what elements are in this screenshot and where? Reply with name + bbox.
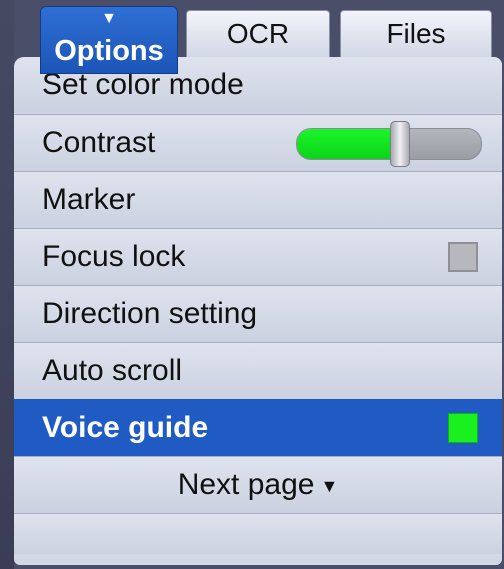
menu-item-marker[interactable]: Marker [14,171,502,228]
tab-options-label: Options [54,35,164,67]
triangle-down-icon: ▼ [320,476,339,497]
menu-item-label: Marker [42,183,136,216]
background [0,0,14,569]
menu-item-auto-scroll[interactable]: Auto scroll [14,342,502,399]
contrast-slider-thumb[interactable] [390,121,411,167]
tab-options[interactable]: ▼ Options [40,6,178,74]
menu-item-voice-guide[interactable]: Voice guide [14,399,502,456]
menu-item-label: Voice guide [42,411,209,444]
tab-ocr[interactable]: OCR [186,10,330,57]
menu-item-contrast[interactable]: Contrast [14,114,502,171]
menu-item-label: Contrast [42,126,156,159]
menu-footer-row [14,513,502,554]
voice-guide-indicator[interactable] [448,413,478,443]
tab-files[interactable]: Files [340,10,492,57]
caret-down-icon: ▼ [101,10,117,27]
next-page-button[interactable]: Next page ▼ [14,456,502,513]
focus-lock-checkbox[interactable] [448,242,478,272]
menu-item-label: Auto scroll [42,354,183,387]
menu-item-focus-lock[interactable]: Focus lock [14,228,502,285]
options-menu-panel: Set color mode Contrast Marker Focus loc… [14,57,502,565]
menu-item-label: Direction setting [42,297,258,330]
next-page-text: Next page [177,468,315,501]
menu-item-direction-setting[interactable]: Direction setting [14,285,502,342]
contrast-slider-track[interactable] [296,128,482,160]
next-page-label: Next page ▼ [14,457,502,514]
contrast-slider-fill [297,129,401,159]
menu-item-label: Focus lock [42,240,186,273]
